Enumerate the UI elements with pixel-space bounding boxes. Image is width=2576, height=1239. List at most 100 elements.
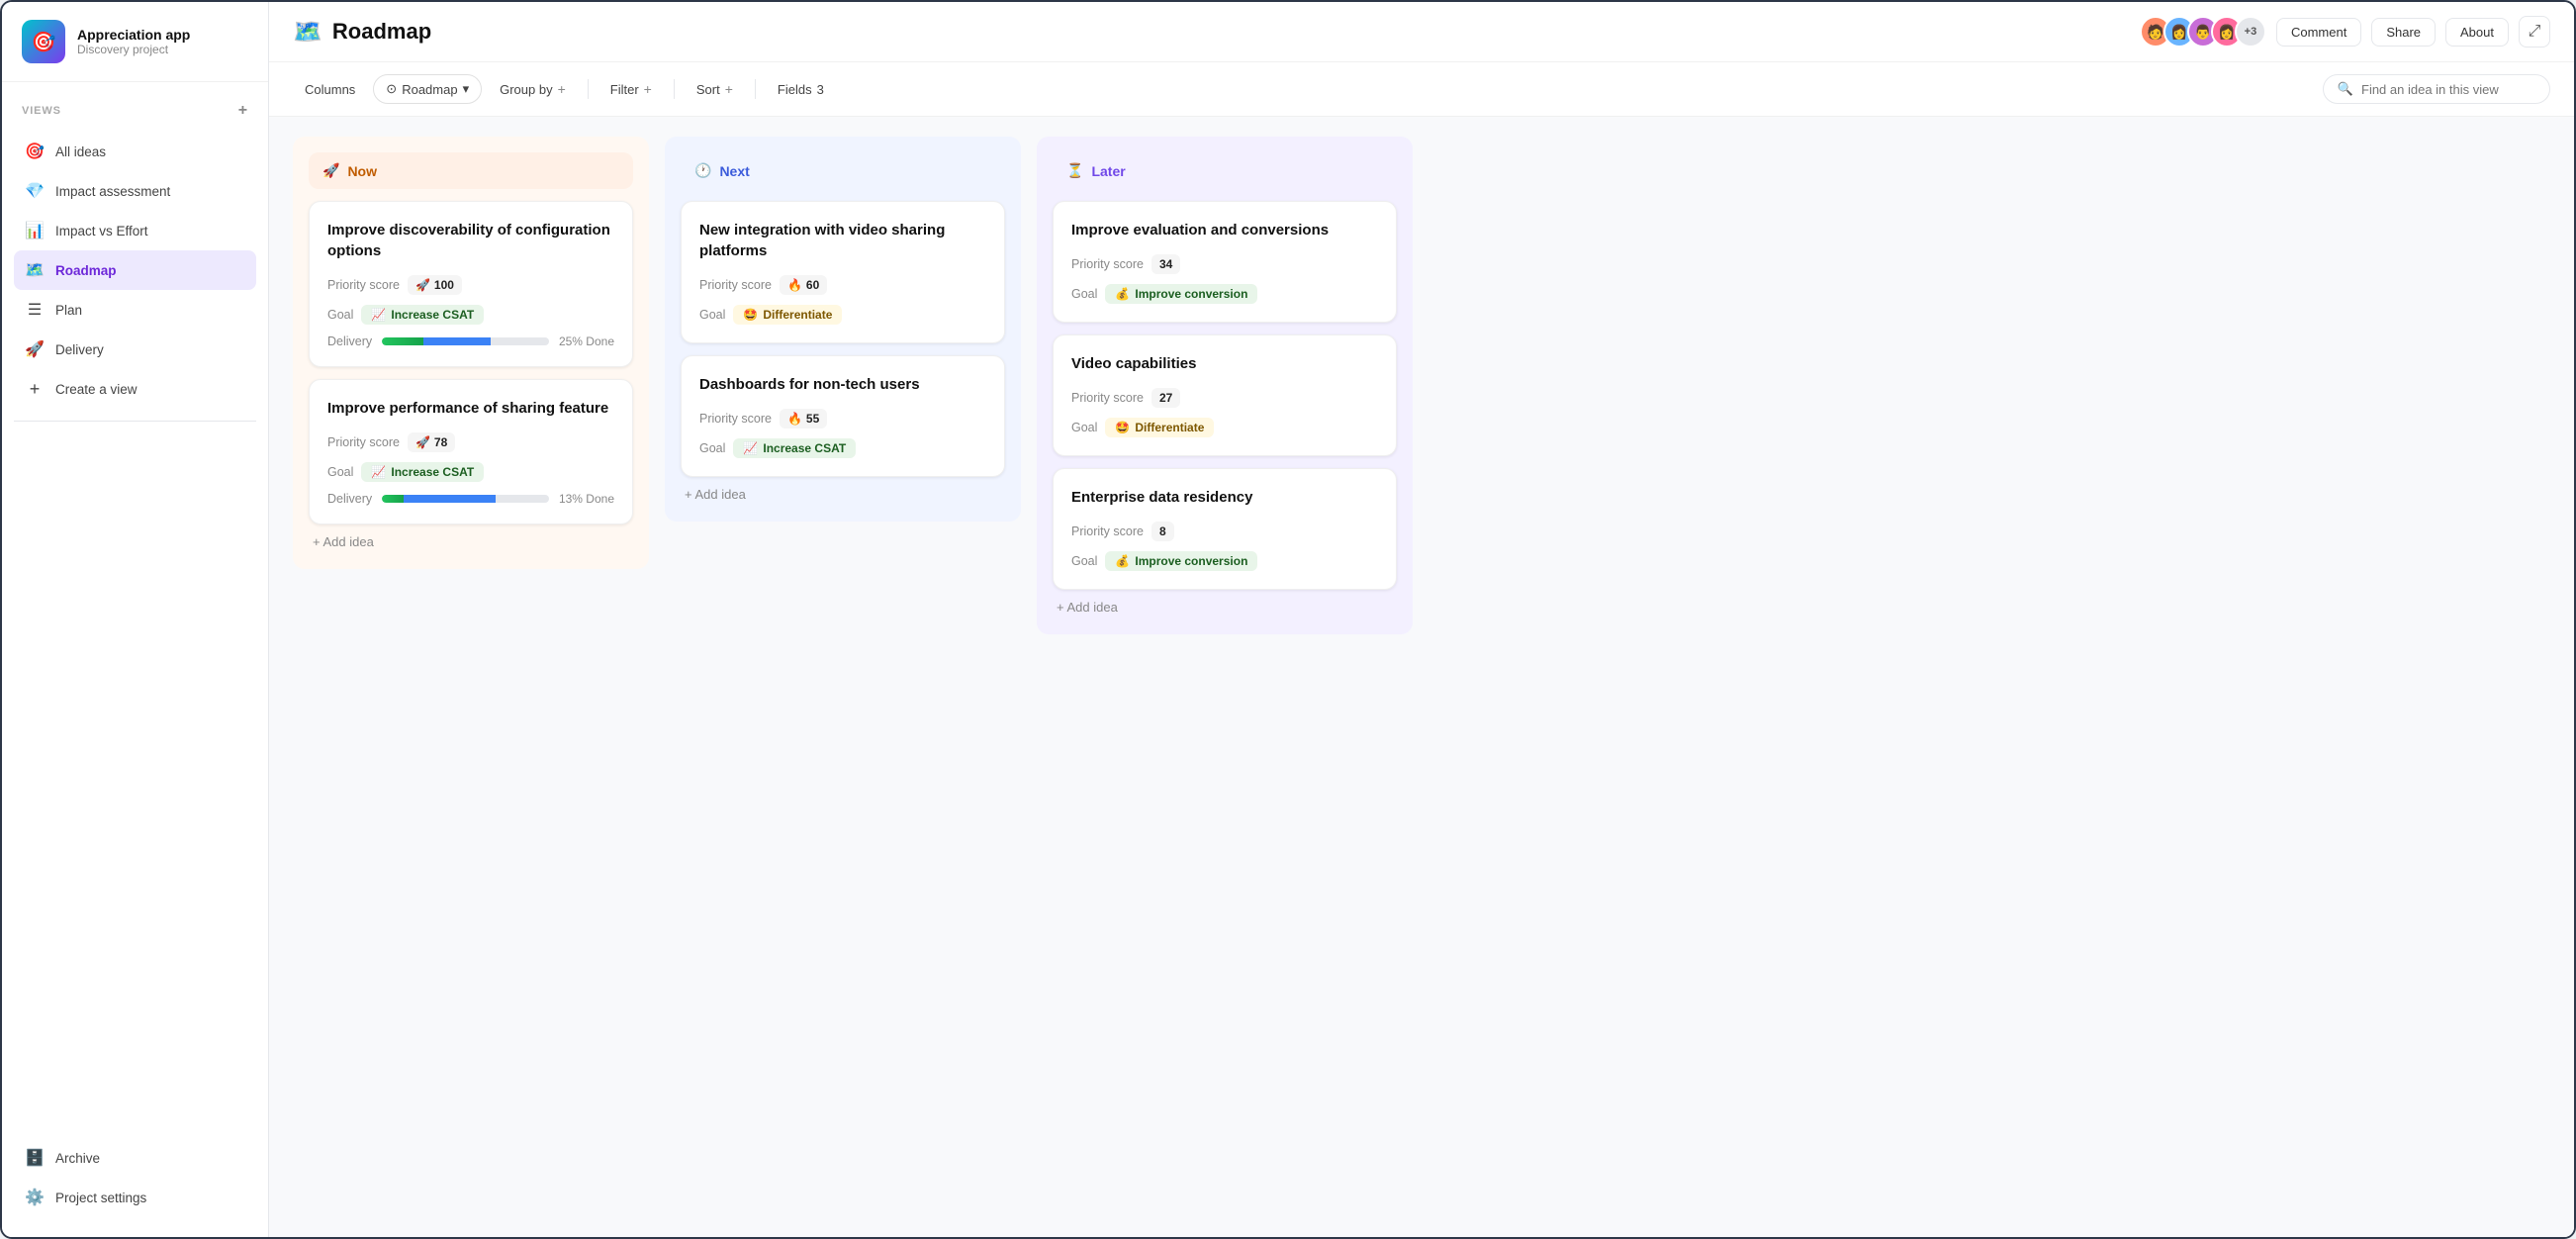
roadmap-tab[interactable]: ⊙ Roadmap ▾ [373, 74, 482, 104]
sidebar-item-create-view[interactable]: + Create a view [14, 369, 256, 409]
sidebar-item-delivery[interactable]: 🚀 Delivery [14, 330, 256, 369]
priority-label: Priority score [699, 412, 772, 426]
score-badge: 🚀 100 [408, 275, 462, 295]
sidebar-item-label: Plan [55, 303, 82, 318]
goal-icon: 📈 [743, 441, 758, 455]
goal-icon: 🤩 [1115, 421, 1130, 434]
sidebar-item-impact-vs-effort[interactable]: 📊 Impact vs Effort [14, 211, 256, 250]
sidebar-item-plan[interactable]: ☰ Plan [14, 290, 256, 330]
share-button[interactable]: Share [2371, 18, 2436, 47]
sort-label: Sort [696, 82, 720, 97]
goal-badge: 📈 Increase CSAT [361, 305, 484, 325]
score-value: 60 [806, 278, 819, 292]
add-idea-later[interactable]: + Add idea [1053, 590, 1397, 624]
toolbar: Columns ⊙ Roadmap ▾ Group by + Filter + … [269, 62, 2574, 117]
goal-badge: 📈 Increase CSAT [733, 438, 856, 458]
goal-row: Goal 📈 Increase CSAT [327, 462, 614, 482]
goal-label: Goal [1071, 554, 1097, 568]
roadmap-chevron-icon: ▾ [463, 81, 470, 97]
column-now-header: 🚀 Now [309, 152, 633, 189]
card-title: Dashboards for non-tech users [699, 374, 986, 395]
progress-in-progress [404, 495, 496, 503]
progress-done [382, 337, 423, 345]
roadmap-tab-label: Roadmap [402, 82, 457, 97]
delivery-row: Delivery 25% Done [327, 334, 614, 348]
card-video-capabilities[interactable]: Video capabilities Priority score 27 Goa… [1053, 334, 1397, 456]
group-by-plus-icon: + [558, 81, 566, 97]
sidebar-item-archive[interactable]: 🗄️ Archive [14, 1138, 256, 1178]
card-title: Improve evaluation and conversions [1071, 220, 1378, 240]
priority-row: Priority score 🚀 78 [327, 432, 614, 452]
goal-icon: 💰 [1115, 554, 1130, 568]
group-by-button[interactable]: Group by + [488, 75, 578, 103]
sidebar-item-label: Archive [55, 1151, 100, 1166]
goal-row: Goal 🤩 Differentiate [699, 305, 986, 325]
comment-button[interactable]: Comment [2276, 18, 2361, 47]
goal-text: Increase CSAT [391, 308, 474, 322]
card-sharing-performance[interactable]: Improve performance of sharing feature P… [309, 379, 633, 524]
fields-label: Fields [778, 82, 812, 97]
goal-row: Goal 📈 Increase CSAT [327, 305, 614, 325]
priority-label: Priority score [327, 435, 400, 449]
next-cards: New integration with video sharing platf… [681, 189, 1005, 477]
app-subtitle: Discovery project [77, 43, 190, 56]
card-title: New integration with video sharing platf… [699, 220, 986, 261]
sort-button[interactable]: Sort + [685, 75, 745, 103]
add-idea-now[interactable]: + Add idea [309, 524, 633, 559]
sidebar-item-all-ideas[interactable]: 🎯 All ideas [14, 132, 256, 171]
card-evaluation-conversions[interactable]: Improve evaluation and conversions Prior… [1053, 201, 1397, 323]
topbar: 🗺️ Roadmap 🧑 👩 👨 👩 +3 Comment Share Abou… [269, 2, 2574, 62]
fields-button[interactable]: Fields 3 [766, 76, 836, 103]
progress-in-progress [423, 337, 491, 345]
fields-count: 3 [817, 82, 824, 97]
card-dashboards[interactable]: Dashboards for non-tech users Priority s… [681, 355, 1005, 477]
all-ideas-icon: 🎯 [24, 141, 46, 162]
score-value: 78 [434, 435, 447, 449]
goal-badge: 💰 Improve conversion [1105, 284, 1257, 304]
add-view-icon[interactable]: + [238, 102, 248, 120]
page-title: Roadmap [332, 19, 431, 45]
score-icon: 🔥 [787, 412, 802, 426]
sidebar-item-project-settings[interactable]: ⚙️ Project settings [14, 1178, 256, 1217]
score-value: 8 [1159, 524, 1166, 538]
sidebar-item-impact-assessment[interactable]: 💎 Impact assessment [14, 171, 256, 211]
nav-divider [14, 421, 256, 422]
sidebar-item-label: Roadmap [55, 263, 117, 278]
column-later-container: ⏳ Later Improve evaluation and conversio… [1037, 137, 1413, 634]
card-enterprise-data[interactable]: Enterprise data residency Priority score… [1053, 468, 1397, 590]
sort-plus-icon: + [725, 81, 733, 97]
goal-label: Goal [1071, 421, 1097, 434]
card-discoverability[interactable]: Improve discoverability of configuration… [309, 201, 633, 367]
next-header-label: Next [719, 163, 749, 179]
priority-row: Priority score 🔥 55 [699, 409, 986, 429]
card-title: Video capabilities [1071, 353, 1378, 374]
score-badge: 🚀 78 [408, 432, 455, 452]
goal-badge: 🤩 Differentiate [1105, 418, 1214, 437]
card-video-integration[interactable]: New integration with video sharing platf… [681, 201, 1005, 343]
columns-button[interactable]: Columns [293, 76, 367, 103]
sidebar-item-roadmap[interactable]: 🗺️ Roadmap [14, 250, 256, 290]
expand-button[interactable]: ⤢ [2519, 16, 2550, 48]
column-next-header: 🕐 Next [681, 152, 1005, 189]
roadmap-tab-icon: ⊙ [386, 81, 397, 97]
goal-text: Improve conversion [1135, 554, 1247, 568]
group-by-label: Group by [500, 82, 552, 97]
impact-assessment-icon: 💎 [24, 180, 46, 202]
score-value: 100 [434, 278, 454, 292]
priority-label: Priority score [327, 278, 400, 292]
score-badge: 34 [1151, 254, 1180, 274]
priority-label: Priority score [1071, 524, 1144, 538]
score-badge: 8 [1151, 522, 1174, 541]
filter-label: Filter [610, 82, 639, 97]
priority-row: Priority score 8 [1071, 522, 1378, 541]
search-box[interactable]: 🔍 [2323, 74, 2550, 104]
search-input[interactable] [2361, 82, 2535, 97]
filter-button[interactable]: Filter + [598, 75, 664, 103]
goal-badge: 📈 Increase CSAT [361, 462, 484, 482]
add-idea-next[interactable]: + Add idea [681, 477, 1005, 512]
column-next-container: 🕐 Next New integration with video sharin… [665, 137, 1021, 522]
score-icon: 🚀 [415, 435, 430, 449]
about-button[interactable]: About [2445, 18, 2509, 47]
goal-icon: 💰 [1115, 287, 1130, 301]
progress-done [382, 495, 404, 503]
